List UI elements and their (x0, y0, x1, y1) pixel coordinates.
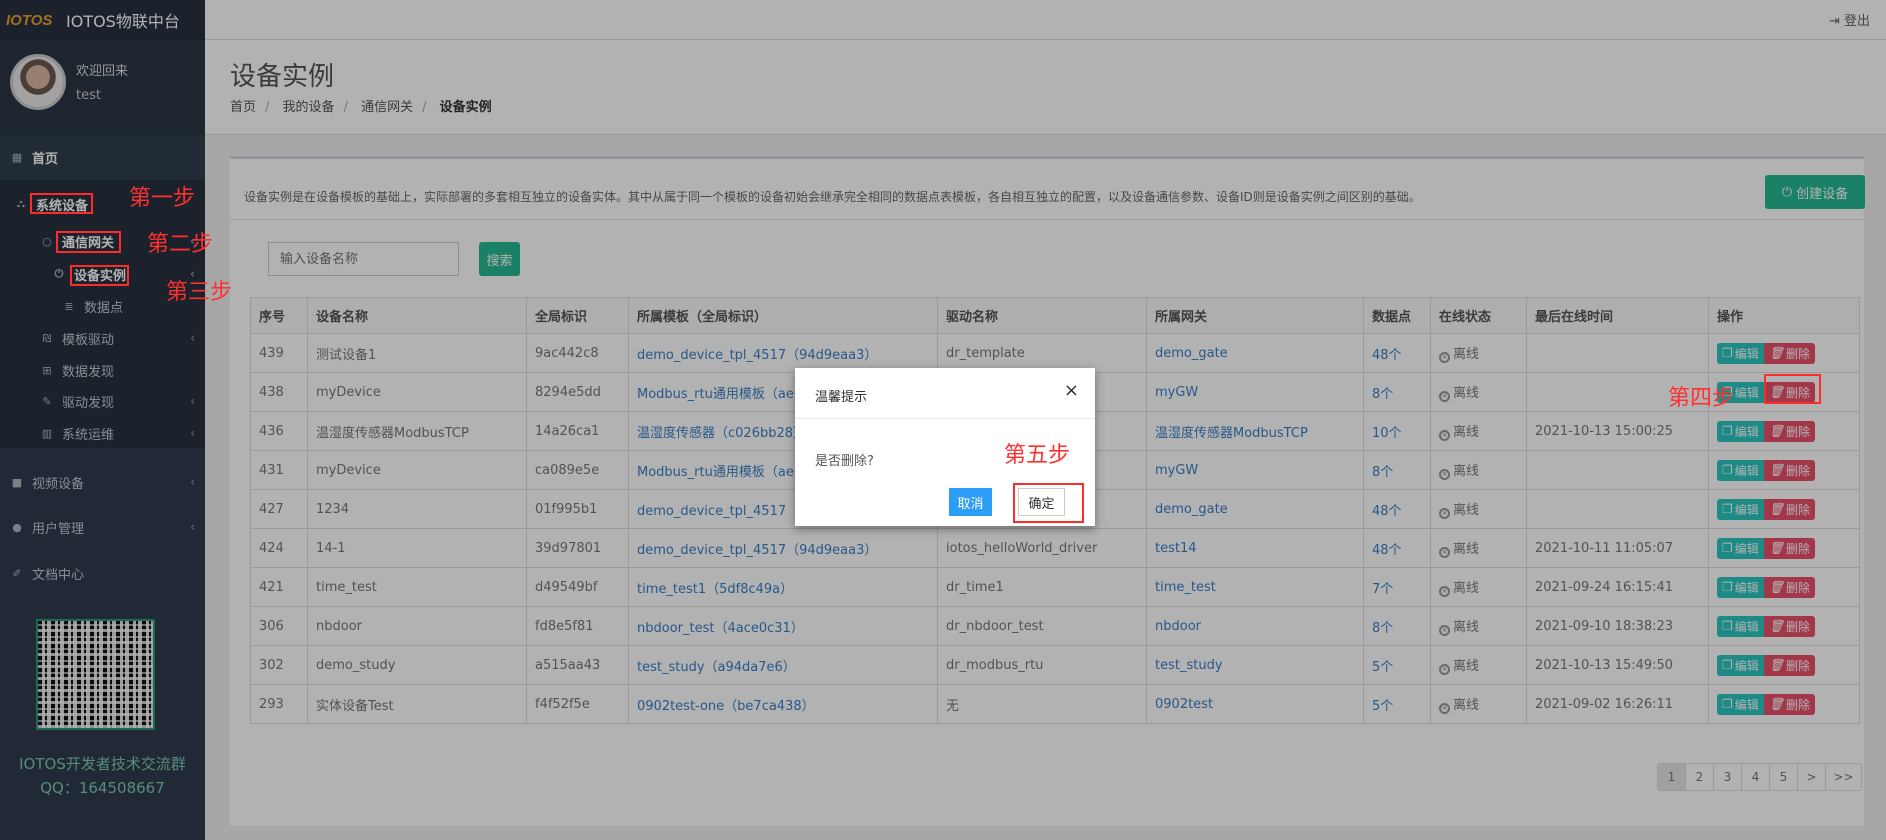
dialog-message: 是否删除? (815, 454, 874, 469)
highlight-box (30, 193, 93, 214)
highlight-box (1013, 483, 1084, 523)
annotation-step-5: 第五步 (1004, 443, 1071, 468)
annotation-step-3: 第三步 (166, 280, 233, 305)
close-icon[interactable]: × (1064, 380, 1079, 401)
annotation-step-4: 第四步 (1668, 386, 1735, 411)
cancel-button[interactable]: 取消 (949, 488, 992, 516)
divider (795, 418, 1095, 419)
highlight-box (56, 231, 121, 253)
highlight-box (70, 265, 129, 286)
highlight-box (1764, 374, 1821, 404)
annotation-step-1: 第一步 (129, 186, 196, 211)
annotation-step-2: 第二步 (147, 232, 214, 257)
dialog-title: 温馨提示 (815, 390, 868, 405)
